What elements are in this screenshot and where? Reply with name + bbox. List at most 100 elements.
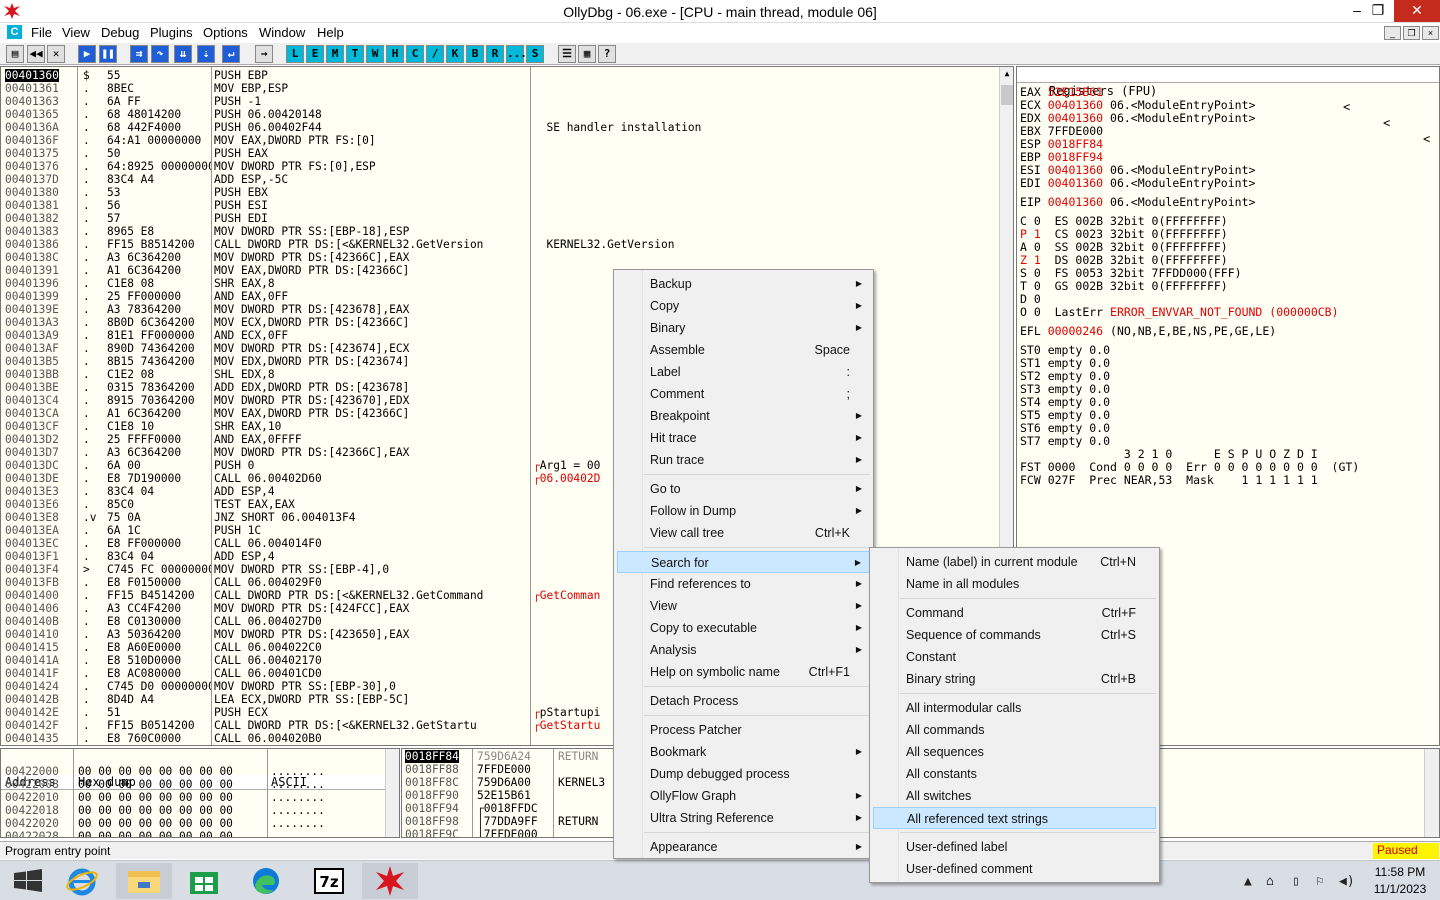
instruction-text[interactable]: AND EAX,0FF	[214, 290, 288, 303]
step-into-icon[interactable]: ⇉	[130, 45, 148, 63]
instruction-address[interactable]: 004013DC	[5, 459, 59, 472]
instruction-address[interactable]: 004013BB	[5, 368, 59, 381]
instruction-text[interactable]: ADD ESP,-5C	[214, 173, 288, 186]
flag-value[interactable]: C 0	[1020, 214, 1041, 228]
opcode-bytes[interactable]: 25 FFFF0000	[107, 433, 181, 446]
instruction-address[interactable]: 004013E3	[5, 485, 59, 498]
close-button[interactable]: ✕	[1394, 0, 1440, 22]
scroll-up-icon[interactable]: ▲	[1001, 69, 1013, 79]
instruction-address[interactable]: 00401435	[5, 732, 59, 745]
trace-into-icon[interactable]: ⇊	[174, 45, 192, 63]
cpu-window-icon[interactable]: C	[7, 25, 22, 39]
execute-till-return-icon[interactable]: ↵	[222, 45, 240, 63]
instruction-address[interactable]: 004013CA	[5, 407, 59, 420]
menu-item-assemble[interactable]: Assemble Space	[617, 339, 870, 361]
opcode-bytes[interactable]: 64:8925 00000000	[107, 160, 211, 173]
instruction-address[interactable]: 004013B5	[5, 355, 59, 368]
instruction-text[interactable]: MOV DWORD PTR DS:[42366C],EAX	[214, 251, 409, 264]
flag-value[interactable]: A 0	[1020, 240, 1041, 254]
run-icon[interactable]: ▶	[78, 45, 96, 63]
instruction-text[interactable]: MOV EAX,DWORD PTR FS:[0]	[214, 134, 376, 147]
instruction-address[interactable]: 004013CF	[5, 420, 59, 433]
menu-item-all-commands[interactable]: All commands	[873, 719, 1156, 741]
opcode-bytes[interactable]: C1E8 08	[107, 277, 154, 290]
dump-row[interactable]: 00422010 00 00 00 00 00 00 00 00........	[1, 791, 385, 804]
instruction-address[interactable]: 004013F1	[5, 550, 59, 563]
help-icon[interactable]: ?	[598, 45, 616, 63]
instruction-address[interactable]: 00401360	[5, 69, 59, 82]
instruction-address[interactable]: 004013DE	[5, 472, 59, 485]
trace-over-icon[interactable]: ⇣	[197, 45, 215, 63]
dump-pane[interactable]: Address Hex dump ASCII 00422000 00 00 00 …	[0, 748, 400, 838]
instruction-text[interactable]: MOV EAX,DWORD PTR DS:[42366C]	[214, 264, 409, 277]
instruction-text[interactable]: MOV ECX,DWORD PTR DS:[42366C]	[214, 316, 409, 329]
instruction-text[interactable]: ADD ESP,4	[214, 550, 275, 563]
instruction-text[interactable]: PUSH EDI	[214, 212, 268, 225]
mdi-restore-button[interactable]: ❐	[1403, 26, 1420, 40]
instruction-text[interactable]: MOV EBP,ESP	[214, 82, 288, 95]
efl-row[interactable]: EFL 00000246 (NO,NB,E,BE,NS,PE,GE,LE)	[1020, 325, 1276, 338]
dump-scrollbar[interactable]	[385, 749, 399, 837]
register-row[interactable]: EDI 00401360 06.<ModuleEntryPoint>	[1020, 177, 1255, 190]
instruction-text[interactable]: MOV DWORD PTR DS:[423650],EAX	[214, 628, 409, 641]
opcode-bytes[interactable]: A3 CC4F4200	[107, 602, 181, 615]
opcode-bytes[interactable]: E8 F0150000	[107, 576, 181, 589]
opcode-bytes[interactable]: 68 442F4000	[107, 121, 181, 134]
volume-icon[interactable]: ◀)	[1339, 874, 1355, 889]
menu-item-user-defined-label[interactable]: User-defined label	[873, 836, 1156, 858]
flag-value[interactable]: Z 1	[1020, 253, 1041, 267]
instruction-text[interactable]: JNZ SHORT 06.004013F4	[214, 511, 355, 524]
opcode-bytes[interactable]: 8D4D A4	[107, 693, 154, 706]
opcode-bytes[interactable]: 75 0A	[107, 511, 141, 524]
opcode-bytes[interactable]: 56	[107, 199, 120, 212]
instruction-text[interactable]: PUSH EBP	[214, 69, 268, 82]
opcode-bytes[interactable]: 57	[107, 212, 120, 225]
instruction-text[interactable]: PUSH 0	[214, 459, 254, 472]
prev-arrow-icon-3[interactable]: <	[1423, 131, 1430, 147]
menu-item-command[interactable]: Command Ctrl+F	[873, 602, 1156, 624]
opcode-bytes[interactable]: 50	[107, 147, 120, 160]
menu-item-binary-string[interactable]: Binary string Ctrl+B	[873, 668, 1156, 690]
opcode-bytes[interactable]: 25 FF000000	[107, 290, 181, 303]
instruction-text[interactable]: MOV DWORD PTR DS:[423670],EDX	[214, 394, 409, 407]
opcode-bytes[interactable]: 6A FF	[107, 95, 141, 108]
menu-item-binary[interactable]: Binary ▶	[617, 317, 870, 339]
dump-row[interactable]: 00422000 00 00 00 00 00 00 00 00........	[1, 765, 385, 778]
register-value[interactable]: 00401360	[1048, 195, 1103, 209]
patches-window-button[interactable]: /	[426, 45, 444, 63]
instruction-address[interactable]: 00401380	[5, 186, 59, 199]
ollydbg-task[interactable]	[362, 863, 418, 899]
memory-window-button[interactable]: M	[326, 45, 344, 63]
opcode-bytes[interactable]: A1 6C364200	[107, 407, 181, 420]
clock[interactable]: 11:58 PM 11/1/2023	[1360, 865, 1440, 896]
fcw-row[interactable]: FCW 027F Prec NEAR,53 Mask 1 1 1 1 1 1	[1020, 474, 1318, 487]
menu-item-all-intermodular-calls[interactable]: All intermodular calls	[873, 697, 1156, 719]
modules-window-button[interactable]: E	[306, 45, 324, 63]
maximize-button[interactable]: ❐	[1362, 0, 1394, 22]
opcode-bytes[interactable]: 8B0D 6C364200	[107, 316, 195, 329]
instruction-address[interactable]: 004013D7	[5, 446, 59, 459]
menu-item-breakpoint[interactable]: Breakpoint ▶	[617, 405, 870, 427]
opcode-bytes[interactable]: 8915 70364200	[107, 394, 195, 407]
efl-value[interactable]: 00000246	[1048, 324, 1103, 338]
register-value[interactable]: 0018FF94	[1048, 150, 1103, 164]
opcode-bytes[interactable]: E8 A60E0000	[107, 641, 181, 654]
instruction-address[interactable]: 0040136F	[5, 134, 59, 147]
instruction-text[interactable]: PUSH ESI	[214, 199, 268, 212]
list-icon[interactable]: ☰	[558, 45, 576, 63]
instruction-text[interactable]: CALL 06.004022C0	[214, 641, 322, 654]
instruction-address[interactable]: 0040141A	[5, 654, 59, 667]
instruction-address[interactable]: 00401391	[5, 264, 59, 277]
menu-item-name-in-all-modules[interactable]: Name in all modules	[873, 573, 1156, 595]
menu-debug[interactable]: Debug	[101, 25, 139, 40]
opcode-bytes[interactable]: 53	[107, 186, 120, 199]
instruction-address[interactable]: 004013AF	[5, 342, 59, 355]
flag-value[interactable]: D 0	[1020, 292, 1041, 306]
store-task[interactable]	[176, 863, 232, 899]
menu-item-detach-process[interactable]: Detach Process	[617, 690, 870, 712]
threads-window-button[interactable]: T	[346, 45, 364, 63]
opcode-bytes[interactable]: 6A 00	[107, 459, 141, 472]
instruction-address[interactable]: 004013BE	[5, 381, 59, 394]
menu-item-sequence-of-commands[interactable]: Sequence of commands Ctrl+S	[873, 624, 1156, 646]
flag-row[interactable]: T 0 GS 002B 32bit 0(FFFFFFFF)	[1020, 280, 1228, 293]
